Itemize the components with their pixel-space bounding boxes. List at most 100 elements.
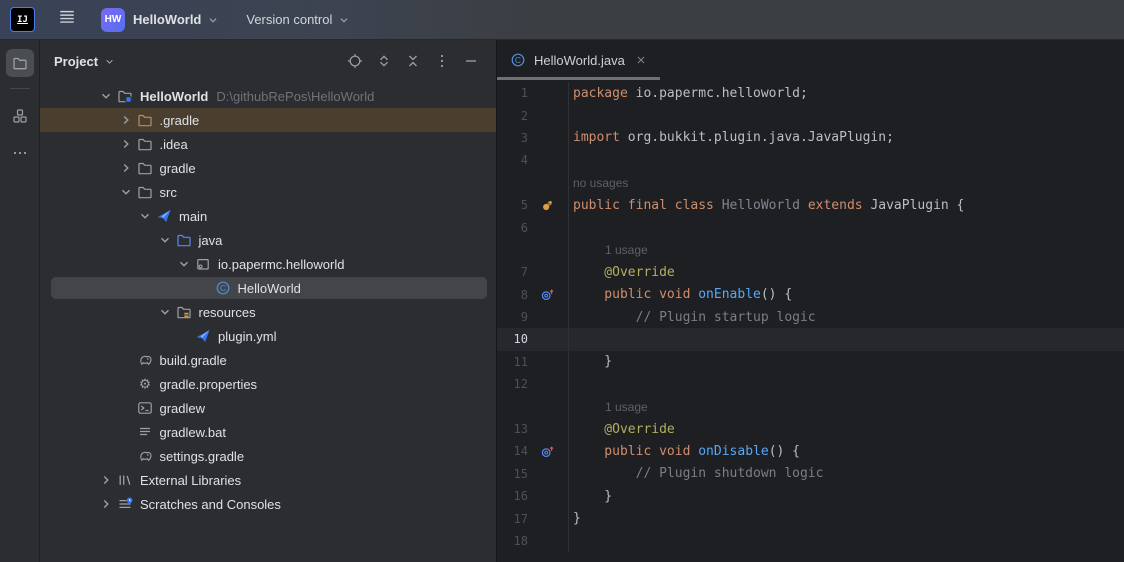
- chevron-right-icon[interactable]: [116, 136, 136, 152]
- tab-helloworld-java[interactable]: C HelloWorld.java: [497, 40, 660, 80]
- project-path: D:\githubRePos\HelloWorld: [216, 89, 374, 104]
- project-root-icon: [116, 88, 134, 104]
- tree-item-helloworld[interactable]: CHelloWorld: [40, 276, 496, 300]
- tree-item-helloworld[interactable]: HelloWorldD:\githubRePos\HelloWorld: [40, 84, 496, 108]
- tree-item-main[interactable]: main: [40, 204, 496, 228]
- tree-item-scratches-and-consoles[interactable]: Scratches and Consoles: [40, 492, 496, 516]
- tree-item-io-papermc-helloworld[interactable]: io.papermc.helloworld: [40, 252, 496, 276]
- options-button[interactable]: [435, 51, 455, 71]
- tree-item-settings-gradle[interactable]: settings.gradle: [40, 444, 496, 468]
- tree-item-plugin-yml[interactable]: plugin.yml: [40, 324, 496, 348]
- tree-item-src[interactable]: src: [40, 180, 496, 204]
- gradle-icon: [136, 352, 154, 368]
- usages-inlay-hint[interactable]: no usages: [573, 176, 628, 190]
- stripe-button-project-folder[interactable]: [6, 49, 34, 77]
- code-line-17[interactable]: 17}: [497, 507, 1124, 529]
- tree-item-idea[interactable]: .idea: [40, 132, 496, 156]
- tree-item-gradle-properties[interactable]: ⚙gradle.properties: [40, 372, 496, 396]
- tree-item-label: resources: [199, 305, 256, 320]
- code-line-3[interactable]: 3import org.bukkit.plugin.java.JavaPlugi…: [497, 127, 1124, 149]
- code-line-18[interactable]: 18: [497, 530, 1124, 552]
- stripe-button-more-tool-windows[interactable]: [6, 139, 34, 167]
- tree-item-label: .gradle: [160, 113, 200, 128]
- chevron-right-icon[interactable]: [116, 160, 136, 176]
- locate-button[interactable]: [348, 51, 368, 71]
- tree-item-label: gradle.properties: [160, 377, 258, 392]
- line-number: 9: [497, 310, 537, 324]
- tree-item-external-libraries[interactable]: External Libraries: [40, 468, 496, 492]
- locate-icon: [346, 53, 364, 69]
- tree-item-gradlew-bat[interactable]: gradlew.bat: [40, 420, 496, 444]
- class-icon: C: [509, 52, 527, 68]
- code-text: @Override: [568, 261, 1124, 283]
- overriding-method-icon[interactable]: [538, 287, 556, 303]
- editor-tab-bar: C HelloWorld.java: [497, 40, 1124, 80]
- main-menu-button[interactable]: [55, 8, 79, 32]
- chevron-down-icon[interactable]: [116, 184, 136, 200]
- usages-inlay-hint[interactable]: 1 usage: [573, 400, 648, 414]
- chevron-down-icon[interactable]: [155, 304, 175, 320]
- tree-item-label: main: [179, 209, 207, 224]
- code-line-13[interactable]: 13 @Override: [497, 418, 1124, 440]
- code-line-5[interactable]: 5public final class HelloWorld extends J…: [497, 194, 1124, 216]
- line-number: 17: [497, 512, 537, 526]
- inlay-hint-row[interactable]: no usages: [497, 172, 1124, 194]
- usages-inlay-hint[interactable]: 1 usage: [573, 243, 648, 257]
- stripe-button-structure[interactable]: [6, 102, 34, 130]
- chevron-right-icon[interactable]: [96, 496, 116, 512]
- folder-icon: [175, 232, 193, 248]
- hide-button[interactable]: [464, 51, 484, 71]
- gutter: [537, 443, 568, 459]
- tree-item-java[interactable]: java: [40, 228, 496, 252]
- chevron-down-icon[interactable]: [155, 232, 175, 248]
- inlay-hint-row[interactable]: 1 usage: [497, 239, 1124, 261]
- chevron-down-icon[interactable]: [96, 88, 116, 104]
- line-number: 4: [497, 153, 537, 167]
- tree-item-build-gradle[interactable]: build.gradle: [40, 348, 496, 372]
- code-text: }: [568, 351, 1124, 373]
- code-line-12[interactable]: 12: [497, 373, 1124, 395]
- code-line-10[interactable]: 10: [497, 328, 1124, 350]
- code-text: [568, 530, 1124, 552]
- chevron-down-icon[interactable]: [135, 208, 155, 224]
- code-line-9[interactable]: 9 // Plugin startup logic: [497, 306, 1124, 328]
- close-icon[interactable]: [634, 53, 648, 67]
- code-text: public void onDisable() {: [568, 440, 1124, 462]
- minecraft-plugin-icon[interactable]: [538, 197, 556, 213]
- inlay-hint-row[interactable]: 1 usage: [497, 395, 1124, 417]
- class-icon: C: [214, 280, 232, 296]
- code-line-16[interactable]: 16 }: [497, 485, 1124, 507]
- chevron-spacer: [174, 328, 194, 344]
- code-line-4[interactable]: 4: [497, 149, 1124, 171]
- tree-item-gradle[interactable]: gradle: [40, 156, 496, 180]
- chevron-right-icon[interactable]: [116, 112, 136, 128]
- expand-all-button[interactable]: [377, 51, 397, 71]
- code-line-7[interactable]: 7 @Override: [497, 261, 1124, 283]
- code-line-8[interactable]: 8 public void onEnable() {: [497, 284, 1124, 306]
- token: }: [573, 354, 612, 369]
- code-line-2[interactable]: 2: [497, 104, 1124, 126]
- project-panel-title[interactable]: Project: [54, 54, 98, 69]
- hamburger-icon: [58, 8, 76, 31]
- tree-item-resources[interactable]: resources: [40, 300, 496, 324]
- token: onEnable: [698, 287, 761, 302]
- chevron-right-icon[interactable]: [96, 472, 116, 488]
- code-line-11[interactable]: 11 }: [497, 351, 1124, 373]
- tree-item-gradle[interactable]: .gradle: [40, 108, 496, 132]
- vcs-widget[interactable]: Version control: [246, 12, 351, 27]
- tree-item-gradlew[interactable]: gradlew: [40, 396, 496, 420]
- collapse-all-button[interactable]: [406, 51, 426, 71]
- svg-text:C: C: [219, 283, 225, 293]
- project-panel-header: Project: [40, 40, 496, 82]
- code-line-1[interactable]: 1package io.papermc.helloworld;: [497, 82, 1124, 104]
- overriding-method-icon[interactable]: [538, 443, 556, 459]
- code-line-6[interactable]: 6: [497, 216, 1124, 238]
- code-line-15[interactable]: 15 // Plugin shutdown logic: [497, 463, 1124, 485]
- project-widget[interactable]: HelloWorld: [133, 12, 220, 27]
- code-area[interactable]: 1package io.papermc.helloworld;23import …: [497, 80, 1124, 562]
- text-file-icon: [136, 424, 154, 440]
- code-line-14[interactable]: 14 public void onDisable() {: [497, 440, 1124, 462]
- token: JavaPlugin {: [870, 198, 964, 213]
- chevron-down-icon[interactable]: [174, 256, 194, 272]
- tree-item-label: java: [199, 233, 223, 248]
